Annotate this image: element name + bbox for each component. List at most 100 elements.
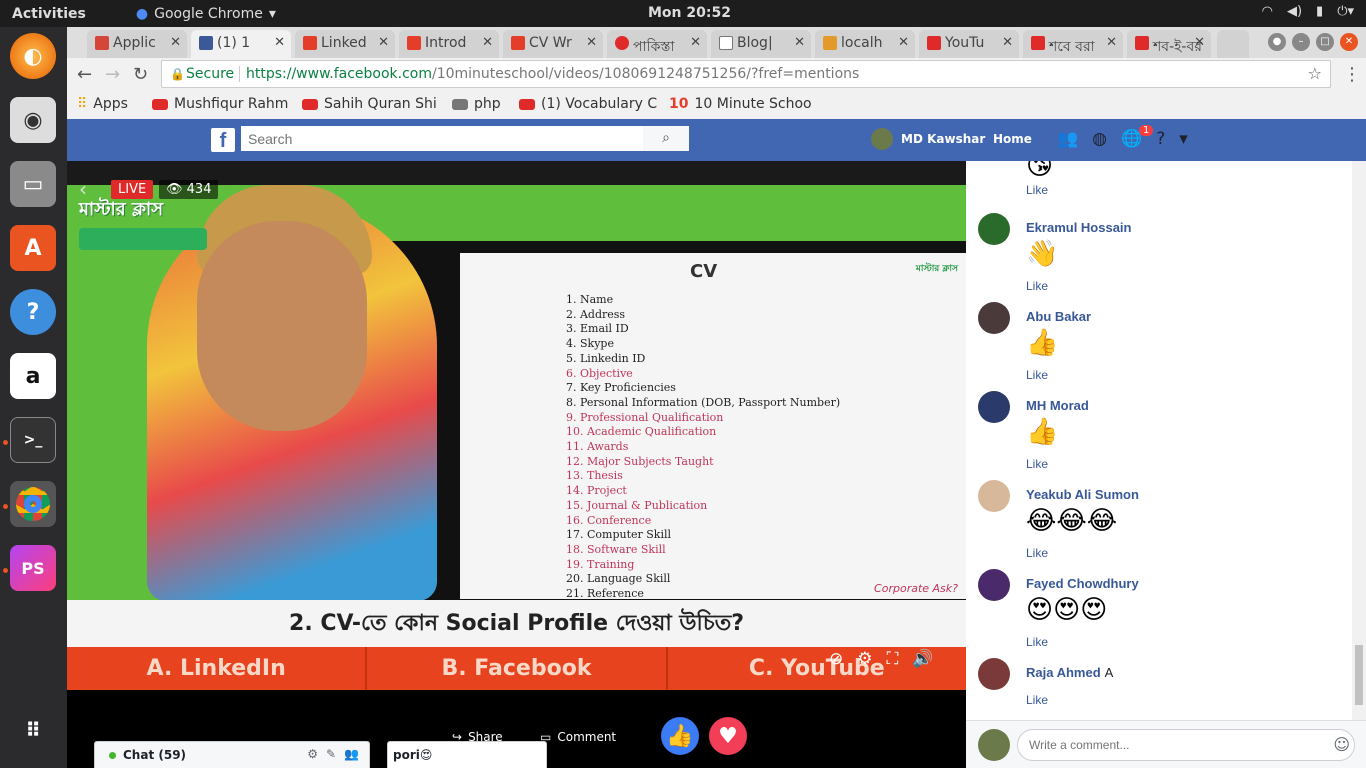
- maximize-icon[interactable]: □: [1316, 33, 1334, 51]
- tab-0[interactable]: Applic ✕: [87, 30, 187, 58]
- tab-10[interactable]: শব-ই-বর ✕: [1127, 30, 1211, 58]
- chrome-dock-icon[interactable]: [10, 481, 56, 527]
- back-arrow-icon[interactable]: ‹: [79, 177, 87, 201]
- close-icon[interactable]: ✕: [898, 35, 909, 50]
- system-tray[interactable]: ◠ ◀) ▮ ⏻▾: [1262, 4, 1354, 19]
- search-button[interactable]: ⌕: [643, 126, 689, 151]
- help-icon[interactable]: ?: [1156, 129, 1165, 149]
- like-link[interactable]: Like: [1026, 635, 1048, 649]
- friend-requests-icon[interactable]: 👥: [1057, 129, 1078, 149]
- avatar[interactable]: [978, 658, 1010, 690]
- reload-icon[interactable]: ↻: [133, 64, 148, 85]
- bookmark-apps[interactable]: ⠿ Apps: [77, 96, 128, 112]
- search-input[interactable]: [241, 126, 643, 151]
- new-tab-button[interactable]: [1217, 30, 1249, 58]
- close-icon[interactable]: ✕: [690, 35, 701, 50]
- bookmark-folder[interactable]: php: [452, 96, 501, 112]
- angry-reaction-icon[interactable]: 😠: [901, 717, 939, 755]
- sad-reaction-icon[interactable]: 😢: [853, 717, 891, 755]
- chevron-down-icon[interactable]: ▾: [1179, 129, 1188, 149]
- wow-reaction-icon[interactable]: 😮: [805, 717, 843, 755]
- fullscreen-icon[interactable]: ⛶: [887, 649, 899, 669]
- comment-author[interactable]: Fayed Chowdhury: [1026, 576, 1139, 591]
- haha-reaction-icon[interactable]: 😆: [757, 717, 795, 755]
- comment-input[interactable]: [1017, 729, 1355, 761]
- volume-icon[interactable]: 🔊: [912, 649, 933, 669]
- video-player[interactable]: CV মাস্টার ক্লাস 1. Name 2. Address 3. Ema…: [67, 161, 966, 690]
- close-icon[interactable]: ✕: [482, 35, 493, 50]
- comment-author[interactable]: Yeakub Ali Sumon: [1026, 487, 1139, 502]
- tab-8[interactable]: YouTu ✕: [919, 30, 1019, 58]
- like-link[interactable]: Like: [1026, 279, 1048, 293]
- comment-author[interactable]: MH Morad: [1026, 398, 1089, 413]
- bookmark-item[interactable]: 10 10 Minute Schoo: [669, 96, 812, 112]
- settings-icon[interactable]: ⚙: [857, 649, 872, 669]
- close-icon[interactable]: ✕: [586, 35, 597, 50]
- like-link[interactable]: Like: [1026, 546, 1048, 560]
- like-link[interactable]: Like: [1026, 693, 1048, 707]
- gear-icon[interactable]: ⚙: [307, 747, 318, 761]
- software-center-icon[interactable]: A: [10, 225, 56, 271]
- profile-icon[interactable]: ●: [1268, 33, 1286, 51]
- address-bar[interactable]: 🔒 Secure https://www.facebook.com/10minu…: [161, 60, 1331, 88]
- minimize-icon[interactable]: –: [1292, 33, 1310, 51]
- close-icon[interactable]: ✕: [1194, 35, 1205, 50]
- like-reaction-icon[interactable]: 👍: [661, 717, 699, 755]
- clock[interactable]: Mon 20:52: [648, 5, 731, 21]
- tab-4[interactable]: CV Wr ✕: [503, 30, 603, 58]
- avatar[interactable]: [978, 569, 1010, 601]
- show-apps-icon[interactable]: ⠿: [10, 707, 56, 753]
- like-link[interactable]: Like: [1026, 457, 1048, 471]
- close-icon[interactable]: ✕: [1002, 35, 1013, 50]
- close-icon[interactable]: ✕: [378, 35, 389, 50]
- avatar[interactable]: [978, 480, 1010, 512]
- activities-button[interactable]: Activities: [12, 6, 86, 22]
- app-menu[interactable]: ● Google Chrome ▾: [136, 6, 276, 22]
- comment-author[interactable]: Ekramul Hossain: [1026, 220, 1132, 235]
- messenger-icon[interactable]: ◍: [1092, 129, 1107, 149]
- group-icon[interactable]: 👥: [344, 747, 359, 761]
- tab-3[interactable]: Introd ✕: [399, 30, 499, 58]
- emoji-icon[interactable]: ☺: [1333, 735, 1350, 754]
- chat-sidebar-tab[interactable]: Chat (59) ⚙ ✎ 👥: [94, 741, 370, 768]
- avatar[interactable]: [978, 213, 1010, 245]
- like-link[interactable]: Like: [1026, 183, 1048, 197]
- close-window-icon[interactable]: ✕: [1340, 33, 1358, 51]
- scrollbar-thumb[interactable]: [1355, 645, 1363, 705]
- bookmark-item[interactable]: (1) Vocabulary C: [519, 96, 657, 112]
- speaker-app-icon[interactable]: ◉: [10, 97, 56, 143]
- amazon-icon[interactable]: a: [10, 353, 56, 399]
- tab-2[interactable]: Linked ✕: [295, 30, 395, 58]
- like-link[interactable]: Like: [1026, 368, 1048, 382]
- back-icon[interactable]: ←: [77, 64, 92, 85]
- forward-icon[interactable]: →: [105, 64, 120, 85]
- close-icon[interactable]: ✕: [1106, 35, 1117, 50]
- home-link[interactable]: Home: [993, 132, 1032, 146]
- avatar[interactable]: [978, 391, 1010, 423]
- bookmark-item[interactable]: Mushfiqur Rahm: [152, 96, 288, 112]
- files-icon[interactable]: ▭: [10, 161, 56, 207]
- firefox-icon[interactable]: ◐: [10, 33, 56, 79]
- tab-1[interactable]: (1) 1 ✕: [191, 30, 291, 58]
- comment-author[interactable]: Abu Bakar: [1026, 309, 1091, 324]
- profile-link[interactable]: MD Kawshar: [871, 128, 985, 150]
- menu-icon[interactable]: ⋮: [1343, 64, 1361, 85]
- phpstorm-icon[interactable]: PS: [10, 545, 56, 591]
- avatar[interactable]: [978, 302, 1010, 334]
- compose-icon[interactable]: ✎: [326, 747, 336, 761]
- facebook-logo[interactable]: f: [211, 128, 235, 152]
- tab-7[interactable]: localh ✕: [815, 30, 915, 58]
- tab-6[interactable]: Blog| ✕: [711, 30, 811, 58]
- comments-scrollbar[interactable]: [1352, 161, 1366, 720]
- comment-author[interactable]: Raja Ahmed A: [1026, 665, 1113, 680]
- tab-5[interactable]: পাকিস্তা ✕: [607, 30, 707, 58]
- captions-icon[interactable]: ⊘: [829, 649, 843, 669]
- terminal-icon[interactable]: >_: [10, 417, 56, 463]
- close-icon[interactable]: ✕: [170, 35, 181, 50]
- bookmark-item[interactable]: Sahih Quran Shi: [302, 96, 437, 112]
- help-icon[interactable]: ?: [10, 289, 56, 335]
- open-chat-tab[interactable]: pori😍: [387, 741, 547, 768]
- love-reaction-icon[interactable]: ♥: [709, 717, 747, 755]
- close-icon[interactable]: ✕: [794, 35, 805, 50]
- comment-button[interactable]: ▭ Comment: [540, 730, 616, 744]
